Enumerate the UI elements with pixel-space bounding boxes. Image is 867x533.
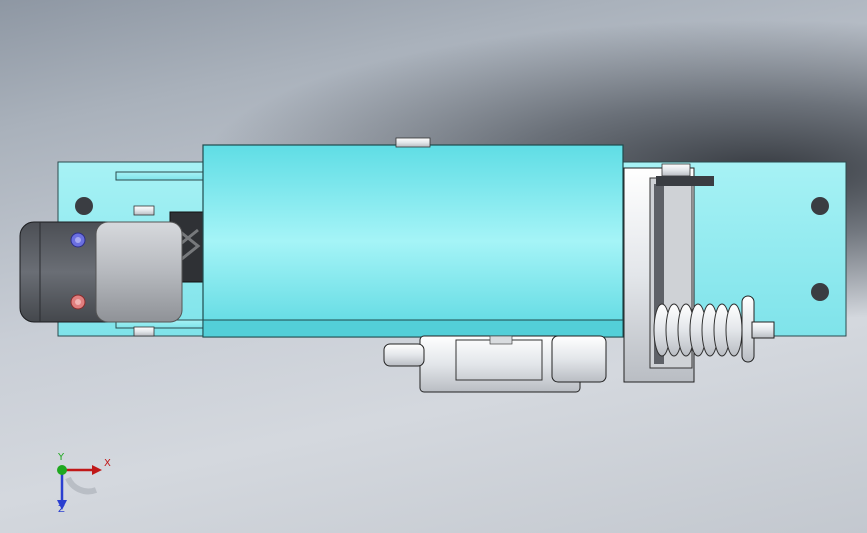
servo-tab xyxy=(383,343,425,367)
top-nut xyxy=(661,163,691,177)
servo-tab xyxy=(551,335,607,383)
top-clip xyxy=(395,137,431,148)
mount-hole xyxy=(811,197,829,215)
mount-hole xyxy=(75,197,93,215)
x-axis-label: X xyxy=(104,458,111,469)
assembly-model[interactable] xyxy=(0,0,867,533)
spring[interactable] xyxy=(652,303,744,357)
coordinate-triad: X Y Z xyxy=(40,448,130,518)
main-housing[interactable] xyxy=(202,144,624,338)
left-rail[interactable] xyxy=(115,171,209,181)
y-axis-label: Y xyxy=(58,452,65,463)
cad-viewport[interactable]: X Y Z xyxy=(0,0,867,533)
triad-axes xyxy=(57,465,102,510)
mount-hole xyxy=(811,283,829,301)
z-axis-label: Z xyxy=(58,504,65,515)
bolt-end xyxy=(751,321,775,339)
motor-cap[interactable] xyxy=(95,221,183,323)
screw-head xyxy=(133,205,155,216)
screw-head xyxy=(133,326,155,337)
